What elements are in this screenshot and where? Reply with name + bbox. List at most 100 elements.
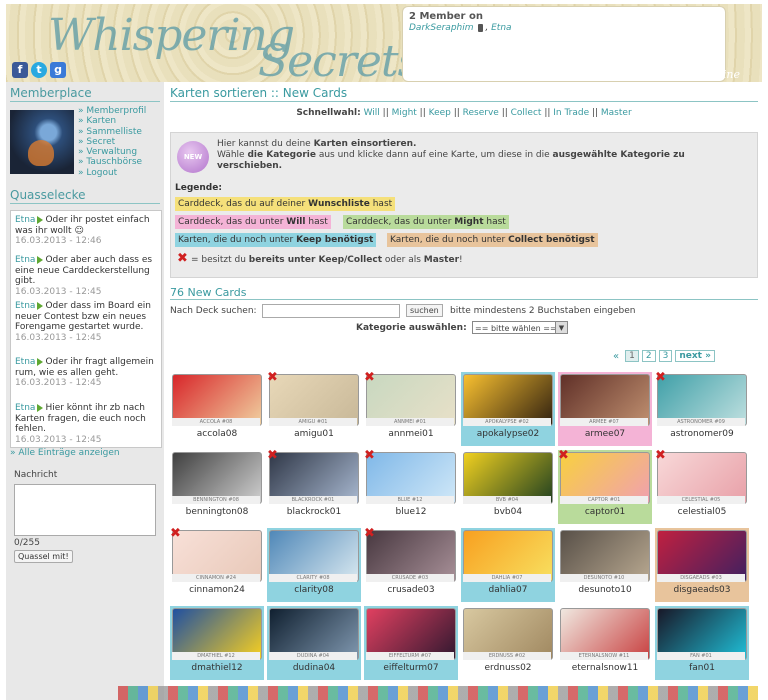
quick-in-trade[interactable]: In Trade	[553, 108, 589, 118]
pager-page-2[interactable]: 2	[641, 350, 656, 362]
quick-reserve[interactable]: Reserve	[463, 108, 499, 118]
menu-item-sammelliste[interactable]: » Sammelliste	[78, 127, 146, 137]
red-x-icon: ✖	[170, 526, 181, 541]
card-item[interactable]: CLARITY #08 clarity08	[267, 528, 361, 602]
card-item[interactable]: FAN #01 fan01	[655, 606, 749, 680]
logo-line-2: Secrets	[258, 36, 420, 82]
twitter-icon[interactable]: t	[31, 62, 47, 78]
card-item[interactable]: DISGAEADS #03 disgaeads03	[655, 528, 749, 602]
card-item[interactable]: DMATHIEL #12 dmathiel12	[170, 606, 264, 680]
quick-keep[interactable]: Keep	[429, 108, 451, 118]
card-item[interactable]: ASTRONOMER #09 ✖ astronomer09	[655, 370, 749, 446]
card-item[interactable]: ERDNUSS #02 erdnuss02	[461, 606, 555, 680]
card-name: accola08	[196, 429, 238, 439]
all-entries-link[interactable]: » Alle Einträge anzeigen	[10, 448, 120, 458]
info-text-bold: die Kategorie	[247, 150, 316, 160]
card-strip-label: ERDNUSS #02	[463, 652, 551, 660]
message-textarea[interactable]	[14, 484, 156, 536]
kategorie-value: == bitte wählen ==	[475, 324, 557, 333]
card-item[interactable]: BLACKROCK #01 ✖ blackrock01	[267, 448, 361, 524]
card-item[interactable]: CAPTOR #01 ✖ captor01	[558, 448, 652, 524]
x-text: = besitzt du	[191, 255, 246, 265]
legend-title: Legende:	[175, 183, 222, 193]
card-item[interactable]: CELESTIAL #05 ✖ celestial05	[655, 448, 749, 524]
card-strip-label: DAHLIA #07	[463, 574, 551, 582]
legend-text: Karten, die du noch unter	[390, 235, 506, 245]
red-x-icon: ✖	[655, 448, 666, 463]
x-text-bold: Master	[423, 255, 460, 265]
red-x-icon: ✖	[655, 370, 666, 385]
menu-item-secret[interactable]: » Secret	[78, 137, 146, 147]
card-item[interactable]: ETERNALSNOW #11 eternalsnow11	[558, 606, 652, 680]
arrow-right-icon	[37, 301, 44, 310]
card-item[interactable]: DESUNOTO #10 desunoto10	[558, 528, 652, 602]
new-badge-icon: NEW	[177, 141, 209, 173]
menu-item-karten[interactable]: » Karten	[78, 116, 146, 126]
quick-master[interactable]: Master	[601, 108, 632, 118]
card-item[interactable]: APOKALYPSE #02 apokalypse02	[461, 372, 555, 446]
pager-next[interactable]: next »	[675, 350, 715, 362]
nachricht-label: Nachricht	[14, 470, 58, 480]
card-name: eiffelturm07	[383, 663, 439, 673]
kategorie-select[interactable]: == bitte wählen == ▼	[472, 321, 568, 334]
card-item[interactable]: ARMEE #07 armee07	[558, 372, 652, 446]
char-counter: 0/255	[14, 538, 40, 548]
card-item[interactable]: BVB #04 bvb04	[461, 450, 555, 524]
info-text-part: Hier kannst du deine	[217, 139, 311, 149]
deck-search-input[interactable]	[262, 304, 400, 318]
avatar	[10, 110, 74, 174]
card-name: erdnuss02	[484, 663, 532, 673]
quick-collect[interactable]: Collect	[511, 108, 542, 118]
red-x-icon: ✖	[558, 448, 569, 463]
menu-item-tauschboerse[interactable]: » Tauschbörse	[78, 157, 146, 167]
menu-item-logout[interactable]: » Logout	[78, 168, 146, 178]
shout-text: Oder aber auch dass es eine neue Carddec…	[15, 255, 153, 286]
shout-user[interactable]: Etna	[15, 301, 35, 311]
menu-item-memberprofil[interactable]: » Memberprofil	[78, 106, 146, 116]
quick-might[interactable]: Might	[392, 108, 417, 118]
shout-text: Oder ihr fragt allgemein rum, wie es all…	[15, 357, 154, 378]
card-strip-label: DISGAEADS #03	[657, 574, 745, 582]
card-item[interactable]: BENNINGTON #08 bennington08	[170, 450, 264, 524]
card-item[interactable]: CRUSADE #03 ✖ crusade03	[364, 526, 458, 602]
menu-item-verwaltung[interactable]: » Verwaltung	[78, 147, 146, 157]
legend-will: Carddeck, das du unter Will hast	[175, 215, 331, 229]
site-logo[interactable]: Whispering Secrets	[48, 10, 420, 82]
card-strip-label: BLUE #12	[366, 496, 454, 504]
card-item[interactable]: ACCOLA #08 accola08	[170, 372, 264, 446]
google-icon[interactable]: g	[50, 62, 66, 78]
shout-user[interactable]: Etna	[15, 357, 35, 367]
info-box: NEW Hier kannst du deine Karten einsorti…	[170, 132, 758, 278]
online-title: 2 Member on	[409, 11, 483, 22]
search-button[interactable]: suchen	[406, 304, 443, 317]
card-name: bennington08	[185, 507, 249, 517]
pager-first[interactable]: «	[610, 351, 622, 362]
quick-label: Schnellwahl:	[296, 108, 361, 118]
card-name: amigu01	[294, 429, 334, 439]
smiley-icon: ☺	[74, 225, 84, 236]
pager-page-1[interactable]: 1	[625, 350, 639, 362]
memberplace-title: Memberplace	[10, 86, 160, 102]
card-item[interactable]: CINNAMON #24 ✖ cinnamon24	[170, 526, 264, 602]
online-member-link[interactable]: DarkSeraphim	[409, 23, 474, 33]
shout-user[interactable]: Etna	[15, 403, 35, 413]
pager-page-3[interactable]: 3	[658, 350, 673, 362]
facebook-icon[interactable]: f	[12, 62, 28, 78]
card-item[interactable]: DAHLIA #07 dahlia07	[461, 528, 555, 602]
card-item[interactable]: BLUE #12 ✖ blue12	[364, 448, 458, 524]
online-member-link[interactable]: Etna	[491, 23, 511, 33]
shout-user[interactable]: Etna	[15, 215, 35, 225]
card-item[interactable]: AMIGU #01 ✖ amigu01	[267, 370, 361, 446]
card-name: astronomer09	[670, 429, 734, 439]
quick-will[interactable]: Will	[364, 108, 380, 118]
quassel-submit-button[interactable]: Quassel mit!	[14, 550, 73, 563]
search-hint: bitte mindestens 2 Buchstaben eingeben	[450, 306, 636, 316]
arrow-right-icon	[37, 215, 44, 224]
card-item[interactable]: DUDINA #04 dudina04	[267, 606, 361, 680]
card-item[interactable]: ANNMEI #01 ✖ annmei01	[364, 370, 458, 446]
card-strip-label: CRUSADE #03	[366, 574, 454, 582]
card-strip-label: DMATHIEL #12	[172, 652, 260, 660]
card-item[interactable]: EIFFELTURM #07 eiffelturm07	[364, 606, 458, 680]
shout-user[interactable]: Etna	[15, 255, 35, 265]
legend-text: Carddeck, das du unter	[346, 217, 452, 227]
